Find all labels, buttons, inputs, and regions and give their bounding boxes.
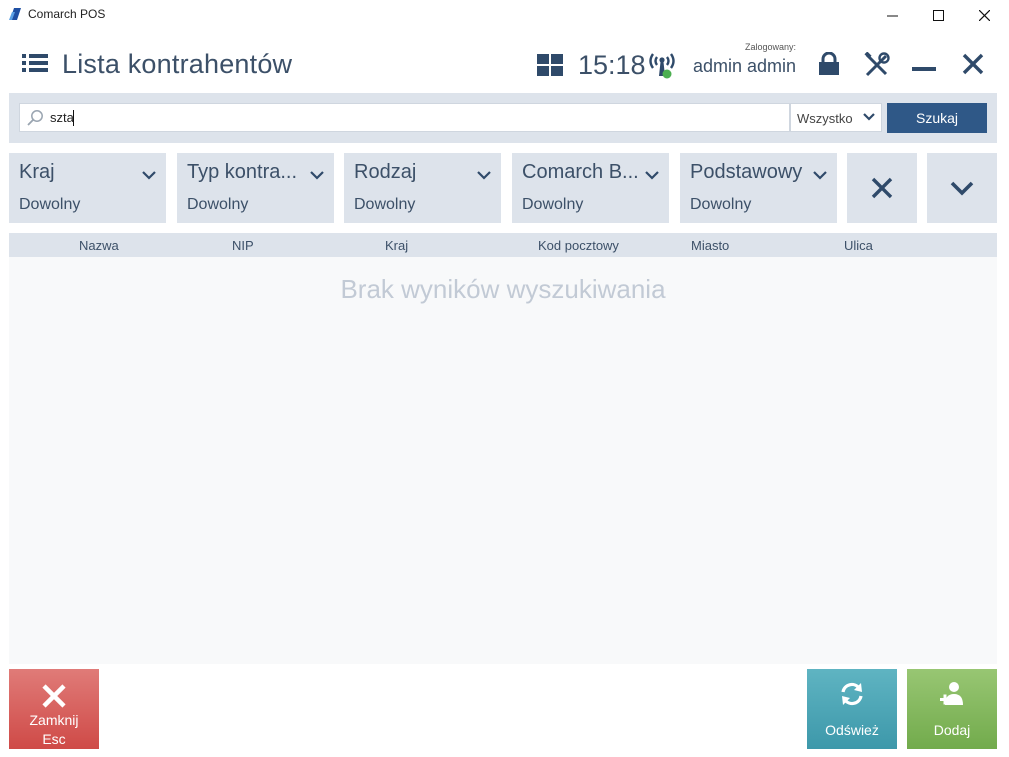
empty-results-message: Brak wyników wyszukiwania bbox=[340, 274, 666, 304]
results-list: Brak wyników wyszukiwania bbox=[9, 257, 997, 664]
minimize-icon bbox=[886, 15, 898, 16]
add-person-icon bbox=[940, 682, 963, 705]
filter-value: Dowolny bbox=[690, 196, 752, 213]
window-title: Comarch POS bbox=[28, 7, 106, 21]
filter-value: Dowolny bbox=[354, 196, 416, 213]
close-icon bbox=[978, 9, 990, 21]
window-close-button[interactable] bbox=[961, 0, 1007, 30]
chevron-down-icon bbox=[950, 181, 974, 196]
add-button-label: Dodaj bbox=[933, 722, 971, 738]
column-header[interactable]: NIP bbox=[232, 238, 254, 253]
add-button[interactable]: Dodaj bbox=[907, 669, 997, 749]
chevron-down-icon bbox=[142, 171, 156, 180]
column-header[interactable]: Kod pocztowy bbox=[538, 238, 619, 253]
column-header[interactable]: Miasto bbox=[691, 238, 729, 253]
search-button[interactable]: Szukaj bbox=[887, 103, 987, 133]
maximize-icon bbox=[932, 9, 944, 21]
chevron-down-icon bbox=[863, 113, 875, 121]
window-maximize-button[interactable] bbox=[915, 0, 961, 30]
column-header[interactable]: Nazwa bbox=[79, 238, 119, 253]
os-title-bar: Comarch POS bbox=[0, 0, 1009, 30]
hamburger-menu-icon[interactable] bbox=[22, 52, 48, 74]
filter-label: Comarch B... bbox=[522, 161, 639, 183]
close-button[interactable]: Zamknij Esc bbox=[9, 669, 99, 749]
filter-label: Rodzaj bbox=[354, 161, 417, 183]
filter-basic[interactable]: Podstawowy Dowolny bbox=[680, 153, 837, 223]
refresh-icon bbox=[841, 682, 863, 706]
search-input[interactable] bbox=[50, 106, 780, 128]
window-minimize-button[interactable] bbox=[869, 0, 915, 30]
clear-filters-button[interactable] bbox=[847, 153, 917, 223]
tiles-view-icon[interactable] bbox=[537, 54, 563, 76]
close-button-label: Zamknij bbox=[29, 712, 79, 728]
filter-comarch[interactable]: Comarch B... Dowolny bbox=[512, 153, 669, 223]
text-caret bbox=[73, 110, 74, 126]
expand-filters-button[interactable] bbox=[927, 153, 997, 223]
filter-value: Dowolny bbox=[522, 196, 584, 213]
clock: 15:18 bbox=[578, 50, 646, 80]
logged-in-label: Zalogowany: bbox=[744, 42, 796, 52]
page-title: Lista kontrahentów bbox=[62, 49, 293, 79]
chevron-down-icon bbox=[477, 171, 491, 180]
filter-customer-type[interactable]: Typ kontra... Dowolny bbox=[177, 153, 334, 223]
filter-label: Podstawowy bbox=[690, 161, 803, 183]
chevron-down-icon bbox=[645, 171, 659, 180]
filter-value: Dowolny bbox=[19, 196, 81, 213]
search-icon bbox=[27, 110, 43, 126]
filter-kind[interactable]: Rodzaj Dowolny bbox=[344, 153, 501, 223]
chevron-down-icon bbox=[813, 171, 827, 180]
user-name: admin admin bbox=[692, 56, 796, 76]
filter-label: Kraj bbox=[19, 161, 55, 183]
comarch-logo-icon bbox=[9, 8, 21, 20]
settings-tools-icon[interactable] bbox=[864, 52, 890, 78]
app-minimize-icon[interactable] bbox=[912, 66, 936, 72]
app-close-icon[interactable] bbox=[962, 53, 984, 75]
filter-label: Typ kontra... bbox=[187, 161, 298, 183]
connection-status-icon bbox=[649, 53, 675, 79]
chevron-down-icon bbox=[310, 171, 324, 180]
search-scope-value: Wszystko bbox=[797, 111, 853, 126]
close-icon bbox=[871, 177, 893, 199]
table-header: Nazwa NIP Kraj Kod pocztowy Miasto Ulica bbox=[9, 233, 997, 257]
close-icon bbox=[42, 684, 66, 708]
column-header[interactable]: Ulica bbox=[844, 238, 873, 253]
filter-value: Dowolny bbox=[187, 196, 249, 213]
refresh-button[interactable]: Odśwież bbox=[807, 669, 897, 749]
refresh-button-label: Odśwież bbox=[825, 722, 879, 738]
column-header[interactable]: Kraj bbox=[385, 238, 408, 253]
filter-country[interactable]: Kraj Dowolny bbox=[9, 153, 166, 223]
close-button-shortcut: Esc bbox=[42, 731, 66, 747]
lock-icon[interactable] bbox=[816, 52, 842, 76]
